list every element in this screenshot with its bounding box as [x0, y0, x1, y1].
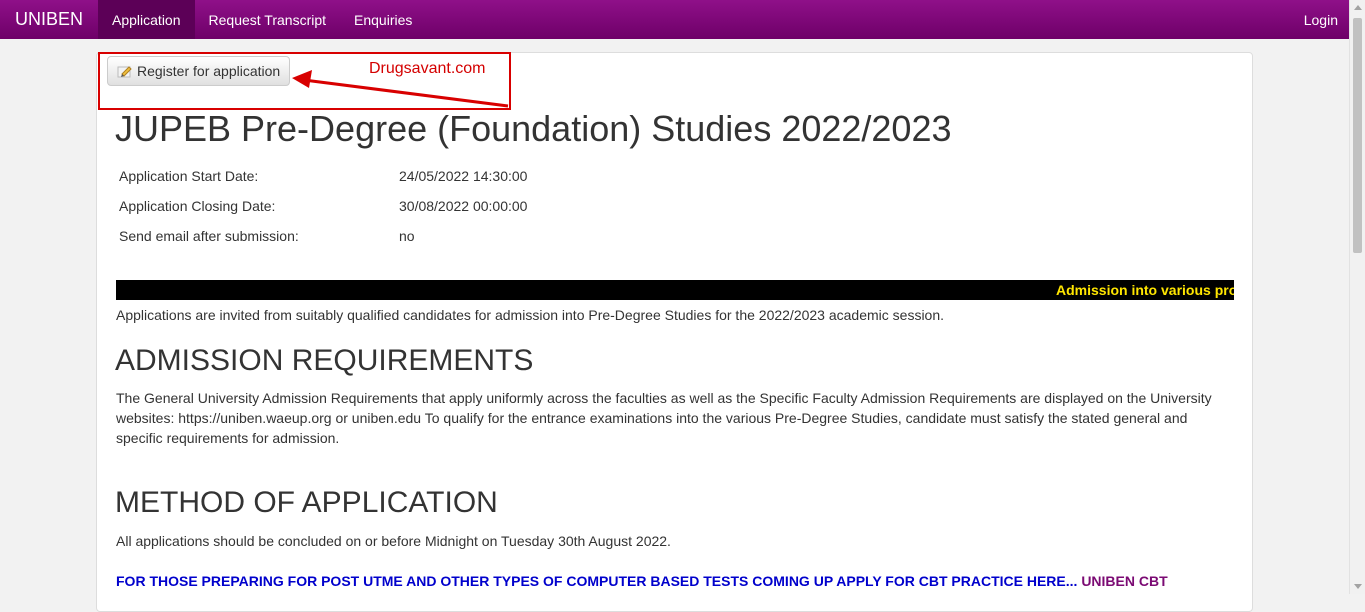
annotation-arrow-icon — [292, 70, 509, 108]
nav-request-transcript[interactable]: Request Transcript — [195, 0, 341, 39]
brand-logo[interactable]: UNIBEN — [0, 0, 98, 39]
scroll-down-icon[interactable] — [1354, 584, 1362, 589]
send-email-label: Send email after submission: — [119, 228, 299, 244]
scroll-thumb[interactable] — [1353, 18, 1362, 253]
cbt-notice: FOR THOSE PREPARING FOR POST UTME AND OT… — [116, 573, 1168, 589]
nav-application[interactable]: Application — [98, 0, 195, 39]
scroll-up-icon[interactable] — [1354, 5, 1362, 10]
news-ticker: Admission into various progra — [116, 280, 1234, 300]
admission-heading: ADMISSION REQUIREMENTS — [115, 344, 534, 377]
top-navbar: UNIBEN Application Request Transcript En… — [0, 0, 1349, 39]
closing-date-value: 30/08/2022 00:00:00 — [399, 198, 528, 214]
start-date-value: 24/05/2022 14:30:00 — [399, 168, 528, 184]
admission-text: The General University Admission Require… — [116, 390, 1212, 446]
method-heading: METHOD OF APPLICATION — [115, 486, 498, 519]
nav-login[interactable]: Login — [1290, 0, 1349, 39]
closing-date-label: Application Closing Date: — [119, 198, 276, 214]
send-email-value: no — [399, 228, 415, 244]
page-scrollbar[interactable] — [1349, 0, 1365, 594]
ticker-text: Admission into various progra — [1056, 282, 1234, 298]
page-title: JUPEB Pre-Degree (Foundation) Studies 20… — [115, 108, 952, 149]
intro-text: Applications are invited from suitably q… — [116, 307, 945, 323]
uniben-cbt-link[interactable]: UNIBEN CBT — [1081, 573, 1167, 589]
method-text: All applications should be concluded on … — [116, 533, 671, 549]
nav-enquiries[interactable]: Enquiries — [340, 0, 426, 39]
cbt-notice-text: FOR THOSE PREPARING FOR POST UTME AND OT… — [116, 573, 1082, 589]
start-date-label: Application Start Date: — [119, 168, 259, 184]
